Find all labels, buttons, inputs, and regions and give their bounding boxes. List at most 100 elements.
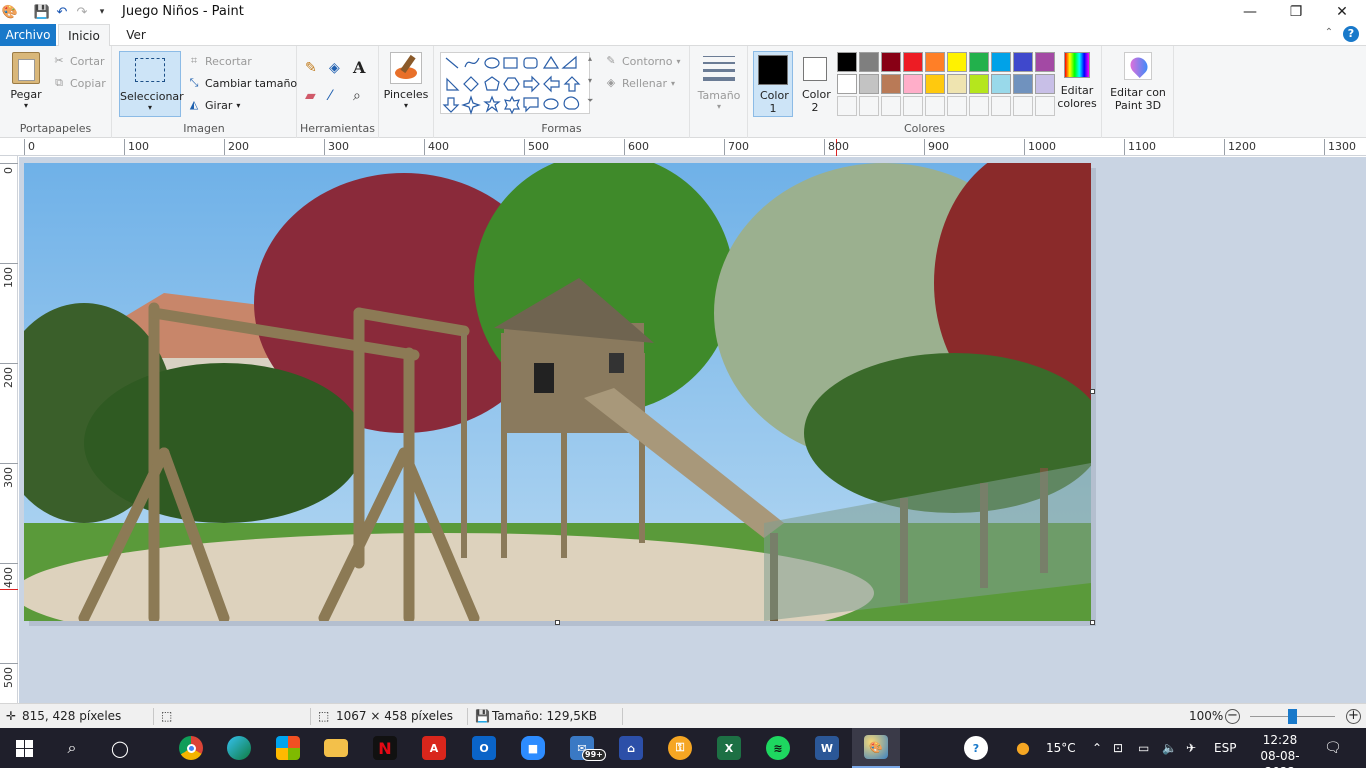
minimize-button[interactable]: —	[1227, 0, 1273, 24]
picture-canvas[interactable]	[24, 163, 1091, 621]
battery-icon[interactable]: ▭	[1138, 728, 1149, 768]
brushes-button[interactable]: Pinceles ▾	[383, 52, 429, 110]
edit-paint3d-button[interactable]: Editar con Paint 3D	[1106, 52, 1170, 112]
palette-swatch[interactable]	[925, 74, 945, 94]
palette-swatch[interactable]	[947, 74, 967, 94]
vpn-icon[interactable]: ⚿	[656, 728, 704, 768]
shapes-gallery[interactable]	[440, 52, 590, 115]
paint-app-icon[interactable]: 🎨	[0, 2, 20, 22]
maximize-button[interactable]: ❐	[1273, 0, 1319, 24]
outline-button[interactable]: ✎ Contorno ▾	[604, 54, 680, 68]
rotate-button[interactable]: ◭ Girar ▾	[187, 98, 241, 112]
help-tray-icon[interactable]: ?	[952, 728, 1000, 768]
custom-color-slot[interactable]	[1035, 96, 1055, 116]
save-icon[interactable]: 💾	[32, 2, 52, 22]
resize-button[interactable]: ⤡ Cambiar tamaño	[187, 76, 298, 90]
help-icon[interactable]: ?	[1343, 26, 1359, 42]
custom-color-slot[interactable]	[903, 96, 923, 116]
color2-button[interactable]: Color 2	[796, 51, 834, 117]
word-icon[interactable]: W	[803, 728, 851, 768]
custom-color-slot[interactable]	[837, 96, 857, 116]
palette-swatch[interactable]	[991, 52, 1011, 72]
palette-swatch[interactable]	[991, 74, 1011, 94]
excel-icon[interactable]: X	[705, 728, 753, 768]
customize-quick-access-icon[interactable]: ▾	[92, 2, 112, 22]
crop-button[interactable]: ⌗ Recortar	[187, 54, 252, 68]
zoom-in-button[interactable]: +	[1346, 709, 1361, 724]
custom-color-slot[interactable]	[925, 96, 945, 116]
windows-start-icon[interactable]	[0, 728, 48, 768]
collapse-ribbon-icon[interactable]: ⌃	[1321, 27, 1337, 43]
outlook-icon[interactable]: O	[460, 728, 508, 768]
palette-swatch[interactable]	[903, 74, 923, 94]
palette-swatch[interactable]	[1013, 52, 1033, 72]
color1-button[interactable]: Color 1	[753, 51, 793, 117]
custom-color-slot[interactable]	[881, 96, 901, 116]
close-button[interactable]: ✕	[1319, 0, 1365, 24]
color-picker-icon[interactable]: ⁄	[329, 88, 347, 106]
resize-handle-bottom[interactable]	[555, 620, 560, 625]
palette-swatch[interactable]	[1035, 52, 1055, 72]
edit-colors-button[interactable]: Editar colores	[1057, 52, 1097, 110]
tab-view[interactable]: Ver	[116, 24, 156, 46]
palette-swatch[interactable]	[837, 74, 857, 94]
spotify-icon[interactable]: ≋	[754, 728, 802, 768]
text-icon[interactable]: A	[353, 58, 371, 77]
palette-swatch[interactable]	[859, 74, 879, 94]
language-indicator[interactable]: ESP	[1214, 728, 1236, 768]
palette-swatch[interactable]	[969, 52, 989, 72]
edge-icon[interactable]	[215, 728, 263, 768]
paint-taskbar-icon[interactable]: 🎨	[852, 728, 900, 768]
custom-color-slot[interactable]	[969, 96, 989, 116]
zoom-slider-thumb[interactable]	[1288, 709, 1297, 724]
expand-gallery-icon[interactable]: ⏷	[587, 96, 593, 106]
weather-temp[interactable]: 15°C	[1046, 728, 1076, 768]
scroll-down-icon[interactable]: ▾	[588, 76, 592, 85]
fill-button[interactable]: ◈ Rellenar ▾	[604, 76, 675, 90]
acrobat-icon[interactable]: A	[410, 728, 458, 768]
select-button[interactable]: Seleccionar ▾	[119, 51, 184, 117]
palette-swatch[interactable]	[947, 52, 967, 72]
search-icon[interactable]: ⌕	[48, 728, 96, 768]
notifications-icon[interactable]: 🗨	[1324, 728, 1342, 768]
palette-swatch[interactable]	[881, 52, 901, 72]
cut-button[interactable]: ✂ Cortar	[52, 54, 104, 68]
mail-icon[interactable]: ✉ 99+	[558, 728, 606, 768]
camera-tray-icon[interactable]: ⊡	[1113, 728, 1123, 768]
palette-swatch[interactable]	[1035, 74, 1055, 94]
palette-swatch[interactable]	[903, 52, 923, 72]
fill-bucket-icon[interactable]: ◈	[329, 60, 347, 78]
copy-button[interactable]: ⧉ Copiar	[52, 76, 106, 90]
redo-icon[interactable]: ↷	[72, 2, 92, 22]
paste-button[interactable]: Pegar ▾	[4, 52, 48, 110]
palette-swatch[interactable]	[969, 74, 989, 94]
zoom-icon[interactable]: ■	[509, 728, 557, 768]
resize-handle-right[interactable]	[1090, 389, 1095, 394]
palette-swatch[interactable]	[1013, 74, 1033, 94]
zoom-out-button[interactable]: −	[1225, 709, 1240, 724]
volume-icon[interactable]: 🔈	[1162, 728, 1177, 768]
task-view-icon[interactable]: ◯	[96, 728, 144, 768]
size-button[interactable]: Tamaño ▾	[696, 52, 742, 111]
pencil-icon[interactable]: ✎	[305, 60, 323, 78]
tab-home[interactable]: Inicio	[58, 24, 110, 47]
tab-file[interactable]: Archivo	[0, 24, 56, 46]
undo-icon[interactable]: ↶	[52, 2, 72, 22]
store-icon[interactable]	[264, 728, 312, 768]
magnifier-icon[interactable]: ⌕	[353, 88, 371, 106]
palette-swatch[interactable]	[859, 52, 879, 72]
resize-handle-corner[interactable]	[1090, 620, 1095, 625]
scroll-up-icon[interactable]: ▴	[588, 54, 592, 63]
palette-swatch[interactable]	[837, 52, 857, 72]
weather-icon[interactable]: ●	[1016, 728, 1030, 768]
palette-swatch[interactable]	[925, 52, 945, 72]
chrome-icon[interactable]	[167, 728, 215, 768]
custom-color-slot[interactable]	[1013, 96, 1033, 116]
airplane-mode-icon[interactable]: ✈	[1186, 728, 1196, 768]
clock-time[interactable]: 12:28	[1248, 732, 1312, 748]
custom-color-slot[interactable]	[991, 96, 1011, 116]
netflix-icon[interactable]: N	[361, 728, 409, 768]
custom-color-slot[interactable]	[859, 96, 879, 116]
eraser-icon[interactable]: ▰	[305, 88, 323, 106]
screen-sketch-icon[interactable]: ⌂	[607, 728, 655, 768]
